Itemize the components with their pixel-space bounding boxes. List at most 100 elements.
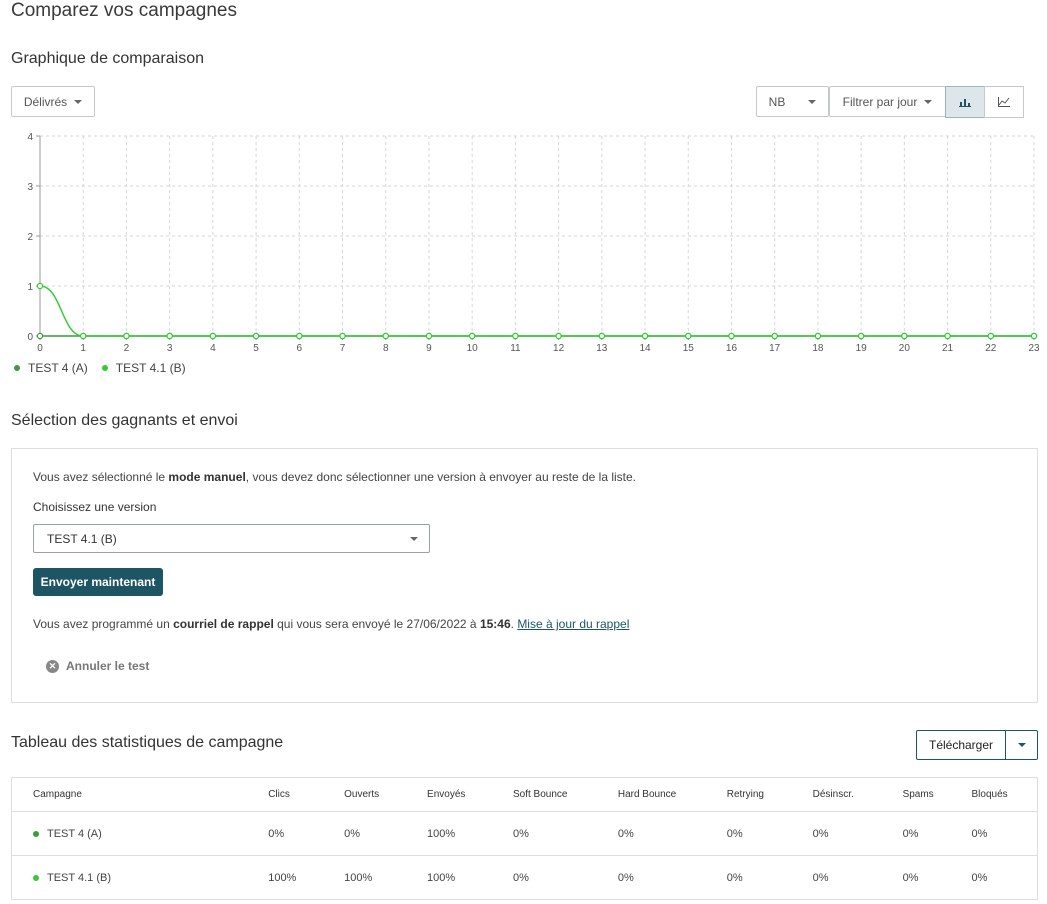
column-header[interactable]: Soft Bounce <box>512 777 618 812</box>
table-cell: 0% <box>512 871 529 884</box>
series-point-b <box>857 332 865 340</box>
series-point-b <box>296 332 303 340</box>
series-point-b <box>944 332 951 340</box>
series-point-b <box>771 332 778 340</box>
x-tick-label: 6 <box>297 343 303 354</box>
x-tick-label: 20 <box>899 343 911 354</box>
unit-dropdown[interactable]: NB <box>756 86 829 117</box>
table-cell: 0% <box>268 811 345 856</box>
cancel-test-button[interactable]: ✕ Annuler le test <box>46 659 149 673</box>
series-dot-b <box>101 365 108 371</box>
campaign-name[interactable]: TEST 4.1 (B) <box>47 872 111 884</box>
series-point-b <box>382 332 389 340</box>
intro-bold: mode manuel <box>168 470 246 484</box>
comparison-chart-svg: 012340 1 2 3 4 5 6 7 8 9 10 11 12 13 14 15 16 17 18 19 20 21 2… <box>27 132 1040 354</box>
table-cell: 0% <box>512 811 618 856</box>
series-dot-b <box>33 874 39 881</box>
series-point-b <box>209 332 217 340</box>
legend-item-b[interactable]: TEST 4.1 (B) <box>101 361 186 375</box>
column-header[interactable]: Envoyés <box>427 777 513 812</box>
column-header[interactable]: Hard Bounce <box>617 777 727 812</box>
y-tick-label: 3 <box>27 182 33 193</box>
chevron-down-icon <box>924 99 933 104</box>
column-header[interactable]: Clics <box>268 777 345 812</box>
series-point-b <box>123 332 130 340</box>
x-tick-label: 2 <box>124 343 130 354</box>
series-point-b <box>814 332 822 340</box>
x-tick-label: 14 <box>639 343 651 354</box>
update-reminder-link[interactable]: Mise à jour du rappel <box>517 617 629 631</box>
choose-version-label: Choisissez une version <box>33 500 157 514</box>
column-header[interactable]: Campagne <box>11 777 269 812</box>
chevron-down-icon <box>74 99 83 104</box>
reminder-at: à <box>466 617 480 631</box>
x-tick-label: 9 <box>426 343 432 354</box>
download-button[interactable]: Télécharger <box>917 731 1006 759</box>
table-row: TEST 4 (A) 0% 0% 100% 0% 0% 0% 0% 0% 0% <box>11 811 1038 856</box>
x-tick-label: 18 <box>812 343 824 354</box>
unit-dropdown-label: NB <box>768 94 786 109</box>
table-cell: 0% <box>617 871 634 884</box>
x-tick-label: 7 <box>340 343 346 354</box>
campaign-name[interactable]: TEST 4 (A) <box>47 828 102 840</box>
version-select-value: TEST 4.1 (B) <box>47 531 117 546</box>
table-cell: TEST 4 (A) <box>11 811 269 856</box>
chevron-down-icon <box>1017 743 1026 747</box>
table-cell: 100% <box>268 871 297 884</box>
x-tick-label: 22 <box>985 343 997 354</box>
download-options-button[interactable] <box>1006 731 1037 759</box>
column-header[interactable]: Désinscr. <box>812 777 903 812</box>
metric-dropdown-label: Délivrés <box>23 94 68 109</box>
winner-section-title: Sélection des gagnants et envoi <box>11 412 238 429</box>
x-tick-label: 19 <box>856 343 868 354</box>
column-header[interactable]: Ouverts <box>344 777 428 812</box>
series-point-b <box>425 332 433 340</box>
x-tick-label: 11 <box>510 343 521 354</box>
chevron-down-icon <box>808 99 817 104</box>
x-tick-label: 10 <box>467 343 479 354</box>
y-tick-label: 2 <box>27 232 33 243</box>
series-dot-a <box>33 830 39 837</box>
comparison-chart: 0 1 2 3 4 0 1 2 3 4 5 6 7 8 9 10 11 12 13 14 15 16 17 18 19 20 21 2… <box>0 125 1047 360</box>
series-point-b <box>166 332 173 340</box>
series-point-b <box>685 332 692 340</box>
table-cell: 100% <box>427 871 456 884</box>
reminder-prefix: Vous avez programmé un <box>33 617 174 631</box>
chart-legend: TEST 4 (A) TEST 4.1 (B) <box>14 361 186 375</box>
intro-prefix: Vous avez sélectionné le <box>33 470 169 484</box>
reminder-middle: qui vous sera envoyé le <box>273 617 407 631</box>
table-cell: 0% <box>344 811 428 856</box>
line-chart-icon <box>998 97 1010 107</box>
x-tick-label: 5 <box>253 343 259 354</box>
legend-item-a[interactable]: TEST 4 (A) <box>14 361 88 375</box>
line-chart-toggle[interactable] <box>984 86 1024 118</box>
x-tick-label: 17 <box>769 343 781 354</box>
y-tick-label: 1 <box>27 282 33 293</box>
table-cell: 0% <box>812 871 829 884</box>
send-now-button[interactable]: Envoyer maintenant <box>33 568 163 596</box>
table-cell: 0% <box>971 871 988 884</box>
series-point-b <box>901 332 908 340</box>
bar-chart-toggle[interactable] <box>945 86 985 118</box>
column-header[interactable]: Spams <box>902 777 972 812</box>
column-header[interactable]: Retrying <box>726 777 813 812</box>
series-point-b <box>339 332 346 340</box>
series-point-a <box>36 332 44 340</box>
period-dropdown[interactable]: Filtrer par jour <box>829 86 946 117</box>
x-tick-label: 13 <box>596 343 608 354</box>
legend-label-b: TEST 4.1 (B) <box>115 361 186 375</box>
series-point-b <box>987 332 994 340</box>
metric-dropdown[interactable]: Délivrés <box>11 86 95 117</box>
table-row: TEST 4.1 (B) 100% 100% 100% 0% 0% 0% 0% … <box>12 856 1038 900</box>
series-point-b <box>36 282 44 290</box>
version-select[interactable]: TEST 4.1 (B) <box>33 524 430 553</box>
stats-table: Campagne Clics Ouverts Envoyés Soft Boun… <box>11 777 1038 900</box>
comparison-section-title: Graphique de comparaison <box>11 50 205 67</box>
column-header[interactable]: Bloqués <box>971 777 1038 812</box>
series-point-b <box>555 332 562 340</box>
x-tick-label: 23 <box>1028 343 1040 354</box>
winner-panel: Vous avez sélectionné le mode manuel, vo… <box>11 448 1038 703</box>
bar-chart-icon <box>959 99 971 107</box>
x-tick-label: 15 <box>683 343 695 354</box>
reminder-date: 27/06/2022 <box>406 617 467 631</box>
